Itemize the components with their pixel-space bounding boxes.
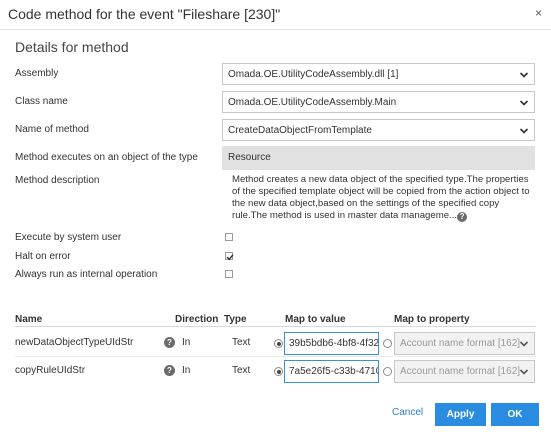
class-name-select[interactable]: Omada.OE.UtilityCodeAssembly.Main [222, 91, 535, 113]
dialog-title: Code method for the event "Fileshare [23… [8, 6, 281, 22]
col-header-type: Type [224, 314, 247, 325]
col-header-map-to-property: Map to property [394, 314, 470, 325]
assembly-label: Assembly [15, 68, 59, 79]
object-type-value: Resource [222, 146, 535, 170]
param-type: Text [232, 365, 251, 376]
param-direction: In [182, 365, 191, 376]
close-icon[interactable]: × [535, 6, 542, 20]
map-to-property-select[interactable]: Account name format [162] [394, 360, 535, 383]
param-name: newDataObjectTypeUIdStr [15, 337, 134, 348]
assembly-value: Omada.OE.UtilityCodeAssembly.dll [1] [228, 69, 399, 80]
ok-button[interactable]: OK [491, 403, 539, 426]
class-name-label: Class name [15, 96, 68, 107]
col-header-direction: Direction [175, 314, 219, 325]
help-icon[interactable]: ? [457, 212, 468, 222]
map-to-value-input[interactable]: 39b5bdb6-4bf8-4f32- [284, 332, 379, 355]
method-name-select[interactable]: CreateDataObjectFromTemplate [222, 119, 535, 141]
map-to-property-radio[interactable] [383, 367, 392, 376]
title-divider [0, 29, 551, 30]
assembly-select[interactable]: Omada.OE.UtilityCodeAssembly.dll [1] [222, 63, 535, 85]
object-type-label: Method executes on an object of the type [15, 152, 198, 163]
method-name-value: CreateDataObjectFromTemplate [228, 125, 372, 136]
map-to-property-value: Account name format [162] [400, 338, 521, 349]
checkmark-icon [226, 254, 234, 261]
col-header-name: Name [15, 314, 43, 325]
table-header-divider [15, 326, 536, 327]
chevron-down-icon [519, 128, 529, 134]
internal-operation-checkbox[interactable] [225, 270, 233, 278]
param-type: Text [232, 337, 251, 348]
map-to-property-value: Account name format [162] [400, 366, 521, 377]
map-to-property-select[interactable]: Account name format [162] [394, 332, 535, 355]
execute-system-user-checkbox[interactable] [225, 233, 233, 241]
chevron-down-icon [519, 100, 529, 106]
map-to-value-radio[interactable] [274, 339, 283, 348]
chevron-down-icon [519, 369, 529, 375]
cancel-button[interactable]: Cancel [392, 407, 423, 418]
description-text: Method creates a new data object of the … [232, 174, 530, 221]
row-divider [15, 356, 536, 357]
description-label: Method description [15, 175, 100, 186]
method-name-label: Name of method [15, 124, 89, 135]
help-icon[interactable]: ? [164, 365, 175, 376]
map-to-value-input[interactable]: 7a5e26f5-c33b-4710- [284, 360, 379, 383]
apply-button[interactable]: Apply [435, 403, 486, 426]
section-title: Details for method [15, 39, 129, 55]
method-description: Method creates a new data object of the … [232, 174, 532, 222]
chevron-down-icon [519, 341, 529, 347]
col-header-map-to-value: Map to value [285, 314, 346, 325]
internal-operation-label: Always run as internal operation [15, 269, 158, 280]
map-to-property-radio[interactable] [383, 339, 392, 348]
chevron-down-icon [519, 72, 529, 78]
execute-system-user-label: Execute by system user [15, 232, 122, 243]
halt-on-error-checkbox[interactable] [225, 252, 234, 261]
param-direction: In [182, 337, 191, 348]
map-to-value-radio[interactable] [274, 367, 283, 376]
class-name-value: Omada.OE.UtilityCodeAssembly.Main [228, 97, 397, 108]
halt-on-error-label: Halt on error [15, 251, 71, 262]
param-name: copyRuleUIdStr [15, 365, 86, 376]
help-icon[interactable]: ? [164, 337, 175, 348]
